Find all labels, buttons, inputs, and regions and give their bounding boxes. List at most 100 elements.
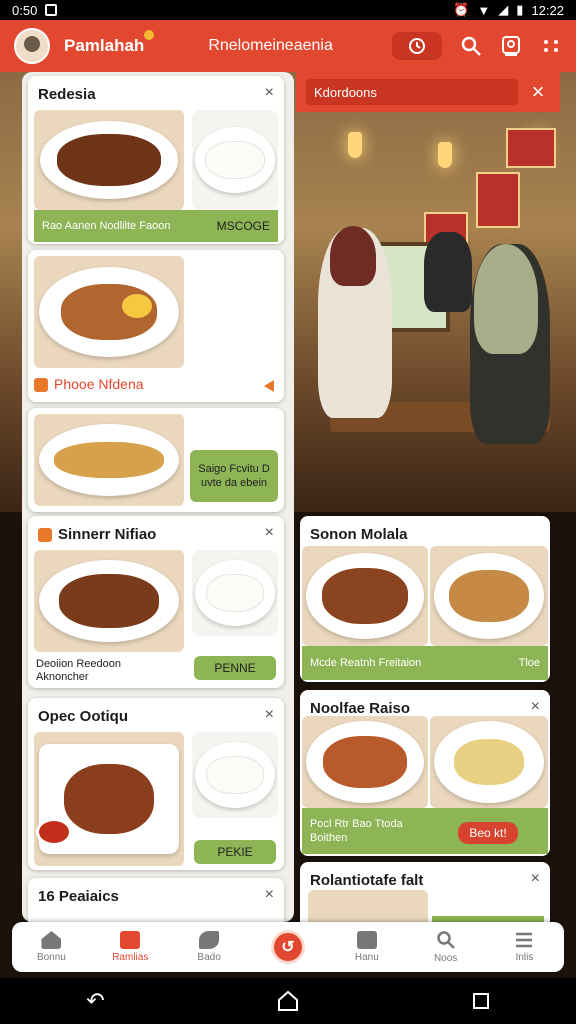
- card-title: Redesia: [38, 86, 96, 103]
- avatar[interactable]: [14, 28, 50, 64]
- promo-bar: Rao Aanen Nodlilte Faoon MSCOGE: [34, 210, 278, 242]
- card-footer: Phooe Nfdena: [34, 376, 144, 393]
- promo-right: Tloe: [518, 657, 540, 669]
- menu-sign: [506, 128, 556, 168]
- alarm-icon: ⏰: [453, 2, 470, 17]
- order-button[interactable]: Beo kt!: [458, 822, 518, 844]
- brand-name: Pamlahah: [64, 36, 145, 55]
- nav-label: Bonnu: [36, 952, 66, 963]
- card-title-text: Sinnerr Nifiao: [58, 526, 157, 543]
- close-icon[interactable]: ×: [265, 886, 274, 904]
- dish-image: [430, 546, 548, 646]
- lamp-decoration: [438, 142, 452, 168]
- fire-icon: [34, 378, 48, 393]
- signal-icon: ◢: [498, 2, 509, 17]
- diner-hijab: [330, 226, 376, 286]
- profile-button[interactable]: [500, 35, 522, 57]
- recents-icon[interactable]: [472, 992, 490, 1010]
- menu-card[interactable]: Opec Ootiqu × PEKIE: [28, 698, 284, 870]
- home-icon: [41, 931, 62, 949]
- close-icon[interactable]: ×: [265, 84, 274, 102]
- card-title: Sinnerr Nifiao: [38, 526, 156, 543]
- menu-lines-icon: [516, 932, 533, 948]
- home-outline-icon[interactable]: [277, 990, 299, 1012]
- fire-icon: [38, 528, 52, 543]
- card-title: Rolantiotafe falt: [310, 872, 424, 889]
- dish-image: [34, 732, 184, 866]
- rice-image: [192, 550, 278, 636]
- nav-more[interactable]: Inlis: [489, 931, 559, 963]
- puzzle-icon: [199, 931, 220, 949]
- app-screen: 0:50 ⏰ ▼ ◢ ▮ 12:22 Pamlahah Rnelomeineae…: [0, 0, 576, 1024]
- nav-categories[interactable]: Bado: [174, 931, 244, 963]
- card-title: 16 Peaiaics: [38, 888, 119, 905]
- dish-image: [430, 716, 548, 808]
- order-fab-icon: ↺: [270, 930, 305, 964]
- option-button[interactable]: Saigo Fcvitu D uvte da ebein: [190, 450, 278, 502]
- menu-card[interactable]: Saigo Fcvitu D uvte da ebein: [28, 408, 284, 512]
- nav-label: Hanu: [354, 952, 379, 963]
- clipboard-icon: [356, 931, 377, 949]
- close-icon[interactable]: ×: [531, 870, 540, 888]
- card-title: Sonon Molala: [310, 526, 408, 543]
- dish-image: [34, 550, 184, 652]
- diner-person: [424, 232, 472, 312]
- close-icon[interactable]: ×: [526, 79, 550, 105]
- card-footer-text: Phooe Nfdena: [54, 376, 144, 392]
- menu-sign: [476, 172, 520, 228]
- nav-menu[interactable]: Ramlias: [95, 931, 165, 963]
- app-bar: Pamlahah Rnelomeineaenia: [0, 20, 576, 72]
- more-menu-button[interactable]: [540, 35, 562, 57]
- nav-label: Inlis: [515, 952, 534, 963]
- gallery-icon: [45, 4, 58, 16]
- card-title: Noolfae Raiso: [310, 700, 411, 717]
- status-time-right: 12:22: [531, 2, 564, 18]
- menu-card[interactable]: Phooe Nfdena: [28, 250, 284, 402]
- dish-image: [34, 414, 184, 506]
- promo-button[interactable]: MSCOGE: [217, 219, 270, 233]
- nav-center[interactable]: ↺: [253, 930, 323, 964]
- promo-text: Pocl Rtr Bao Ttoda Boithen: [310, 818, 403, 844]
- promo-banner: Kdordoons ×: [296, 72, 560, 112]
- nav-label: Ramlias: [112, 952, 149, 963]
- dish-image: [34, 256, 184, 368]
- search-icon: [436, 931, 455, 949]
- add-button[interactable]: PEKIE: [194, 840, 276, 864]
- search-button[interactable]: [460, 35, 482, 57]
- banner-field[interactable]: Kdordoons: [306, 79, 518, 105]
- diner-hijab: [474, 244, 538, 354]
- timer-button[interactable]: [392, 32, 442, 60]
- nav-search[interactable]: Noos: [411, 930, 481, 964]
- wifi-icon: ▼: [477, 2, 491, 18]
- card-title: Opec Ootiqu: [38, 708, 128, 725]
- menu-card[interactable]: Sonon Molala Mcde Reatnh Freitaion Tloe: [300, 516, 550, 682]
- back-icon[interactable]: ↶: [86, 988, 104, 1014]
- nav-label: Noos: [433, 953, 458, 964]
- status-bar: 0:50 ⏰ ▼ ◢ ▮ 12:22: [0, 0, 576, 20]
- menu-card[interactable]: Redesia × Rao Aanen Nodlilte Faoon MSCOG…: [28, 76, 284, 244]
- rice-image: [192, 110, 278, 210]
- sound-icon[interactable]: [264, 380, 274, 392]
- app-subtitle: Rnelomeineaenia: [208, 37, 333, 54]
- close-icon[interactable]: ×: [265, 524, 274, 542]
- nav-home[interactable]: Bonnu: [16, 931, 86, 963]
- lamp-decoration: [348, 132, 362, 158]
- nav-orders[interactable]: Hanu: [332, 931, 402, 963]
- dish-image: [302, 716, 428, 808]
- rice-image: [192, 732, 278, 818]
- close-icon[interactable]: ×: [531, 698, 540, 716]
- promo-text: Rao Aanen Nodlilte Faoon: [42, 219, 171, 232]
- promo-text: Mcde Reatnh Freitaion: [310, 656, 422, 669]
- nav-label: Bado: [197, 952, 221, 963]
- status-time-left: 0:50: [12, 2, 38, 18]
- profile-icon: [502, 36, 520, 56]
- menu-card[interactable]: Sinnerr Nifiao × Deoiion Reedoon Aknonch…: [28, 516, 284, 688]
- bottom-nav: Bonnu Ramlias Bado ↺ Hanu Noos Inlis: [12, 922, 564, 972]
- brand-title: Pamlahah: [64, 30, 155, 56]
- close-icon[interactable]: ×: [265, 706, 274, 724]
- search-icon: [461, 36, 481, 56]
- menu-card[interactable]: Noolfae Raiso × Pocl Rtr Bao Ttoda Boith…: [300, 690, 550, 856]
- add-button[interactable]: PENNE: [194, 656, 276, 680]
- brand-badge-icon: [144, 30, 155, 40]
- dish-image: [302, 546, 428, 646]
